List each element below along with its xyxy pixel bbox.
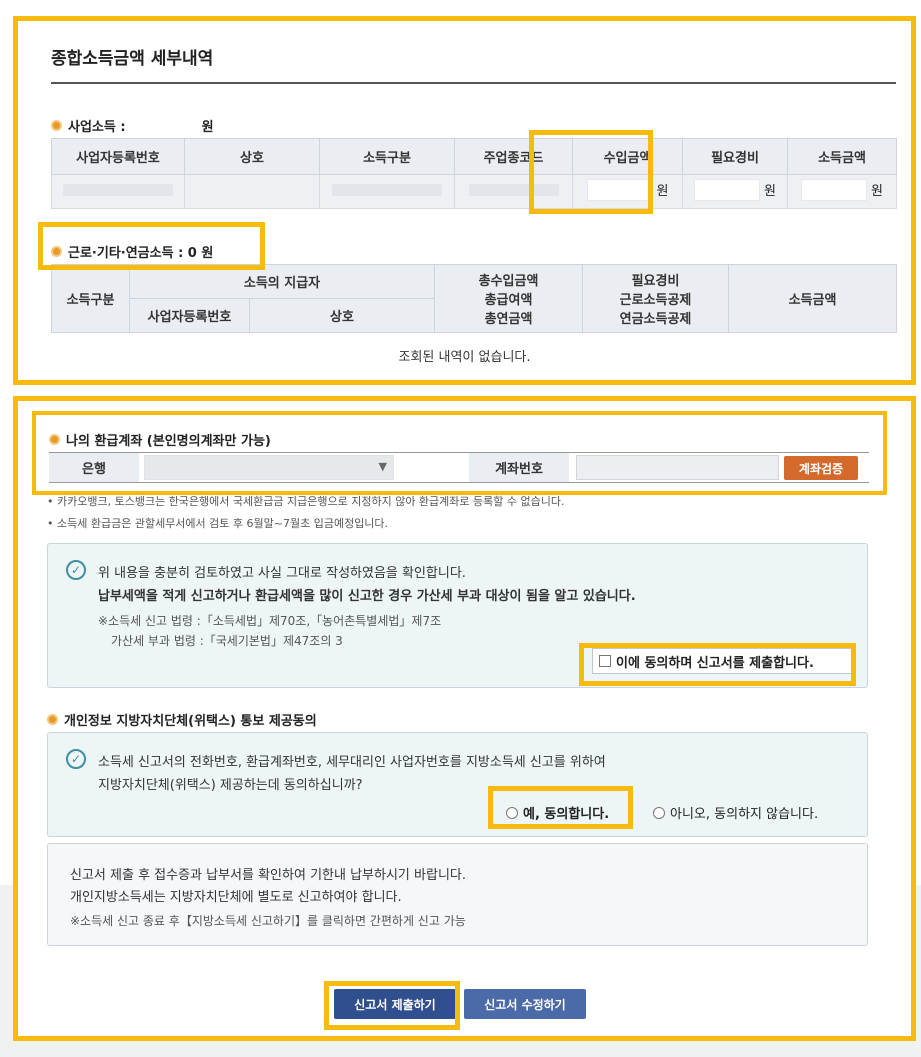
highlight-frame-submit <box>324 981 460 1030</box>
highlight-frame-account <box>32 411 887 495</box>
highlight-frame-summary <box>13 16 916 385</box>
highlight-frame-yes <box>488 786 633 829</box>
highlight-frame-revenue <box>529 130 653 214</box>
highlight-frame-wage-label <box>38 222 265 270</box>
highlight-frame-agree <box>579 643 856 686</box>
